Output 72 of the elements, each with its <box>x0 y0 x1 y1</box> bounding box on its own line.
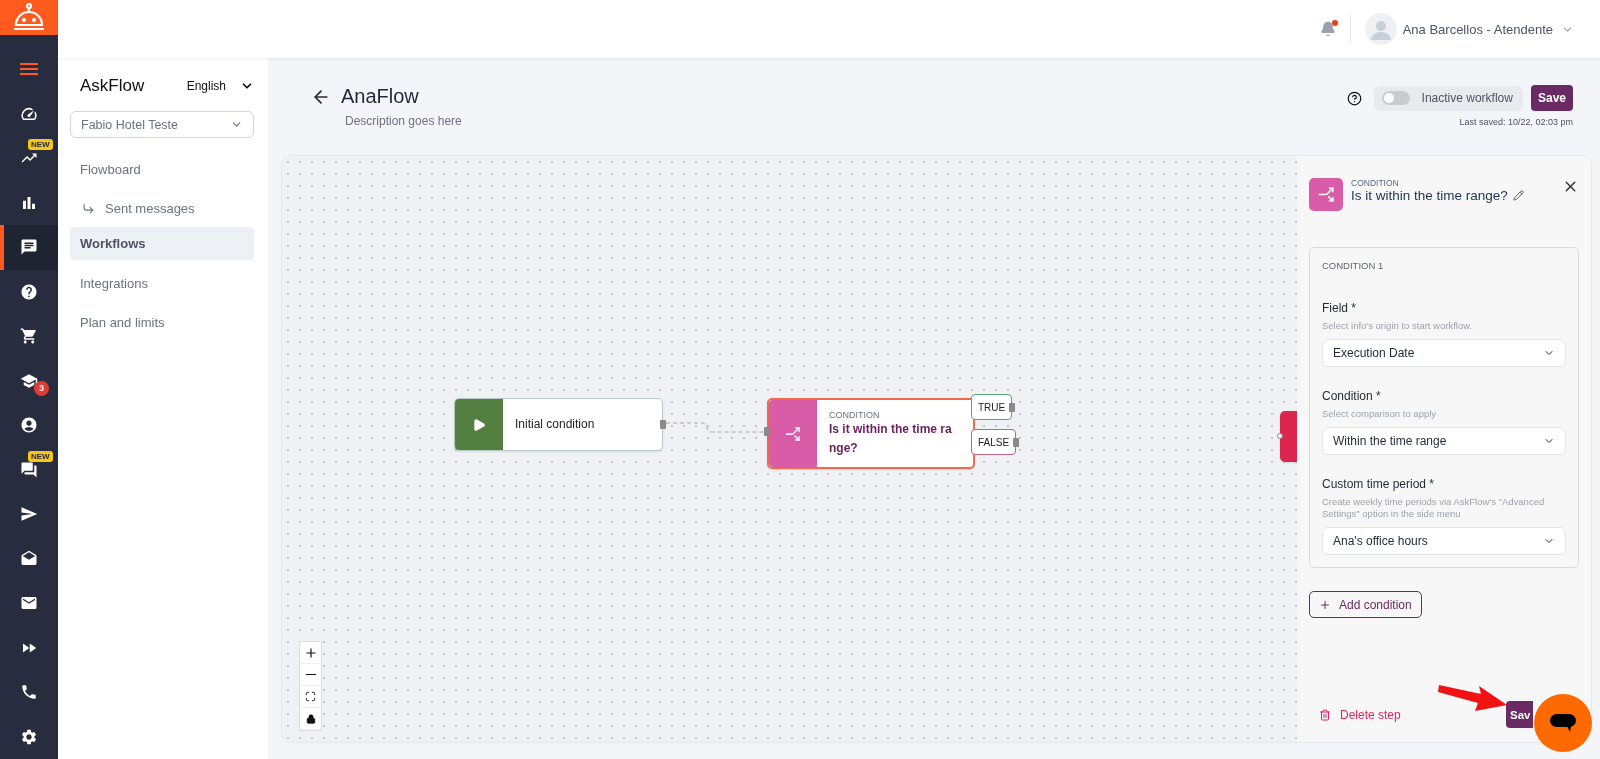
output-handle[interactable] <box>660 420 666 429</box>
input-handle[interactable] <box>764 427 770 436</box>
edit-icon[interactable] <box>1512 190 1524 201</box>
user-icon <box>20 416 38 435</box>
minus-icon <box>305 673 316 676</box>
flow-node[interactable]: Initial condition <box>454 398 663 451</box>
phone-icon <box>20 683 38 702</box>
save-button[interactable]: Save <box>1530 85 1573 111</box>
rail-item[interactable]: 3 <box>0 358 58 403</box>
flow-node[interactable]: CONDITION Is it within the time range? <box>767 398 975 469</box>
workflow-title: AnaFlow <box>341 85 419 108</box>
help-icon <box>20 282 38 301</box>
condition-group-title: CONDITION 1 <box>1322 260 1385 271</box>
input-handle[interactable] <box>1277 433 1283 439</box>
output-tag[interactable]: TRUE <box>971 394 1013 420</box>
field-label: Custom time period * <box>1322 476 1436 491</box>
lock-icon <box>305 713 316 724</box>
language-select[interactable]: English <box>186 79 254 93</box>
chat-bubble-icon <box>1549 713 1577 733</box>
help-icon[interactable] <box>1346 90 1362 106</box>
badge: NEW <box>28 450 53 462</box>
badge: NEW <box>28 139 53 150</box>
select-field[interactable]: Ana's office hours <box>1322 527 1566 556</box>
delete-step-button[interactable]: Delete step <box>1319 707 1401 722</box>
fit-view-icon <box>305 691 316 702</box>
status-toggle[interactable]: Inactive workflow <box>1373 85 1523 111</box>
rail-item[interactable]: NEW <box>0 447 58 492</box>
play-icon <box>472 417 486 432</box>
field-label: Field * <box>1322 301 1357 315</box>
nav-item[interactable]: Flowboard <box>70 153 254 186</box>
field-hint: Select comparison to apply <box>1322 407 1438 421</box>
chat-icon <box>20 238 38 257</box>
user-name[interactable]: Ana Barcellos - Atendente <box>1402 21 1553 37</box>
plus-icon <box>303 645 318 660</box>
select-field[interactable]: Execution Date <box>1322 338 1566 367</box>
bell-icon[interactable] <box>1319 21 1336 37</box>
node-type-label: CONDITION <box>829 409 881 420</box>
messages-icon <box>20 460 38 479</box>
nav-item[interactable]: Workflows <box>70 227 254 260</box>
split-icon <box>785 425 801 442</box>
field-hint: Select info's origin to start workflow. <box>1322 320 1474 333</box>
step-title: Is it within the time range? <box>1351 188 1508 203</box>
nav-item[interactable]: Integrations <box>70 267 254 300</box>
output-tag[interactable]: FALSE <box>971 429 1017 455</box>
logo[interactable] <box>0 0 58 35</box>
select-field[interactable]: Within the time range <box>1322 426 1566 455</box>
split-icon <box>1317 186 1335 203</box>
field-label: Condition * <box>1322 388 1382 403</box>
flow-canvas[interactable]: Initial condition CONDITION Is it within the time range? TRUE FALSE <box>282 156 1297 742</box>
node-title: Is it within the time range? <box>829 420 953 457</box>
nav-item[interactable]: Plan and limits <box>70 306 254 339</box>
add-condition-button[interactable]: Add condition <box>1309 591 1422 619</box>
last-saved-text: Last saved: 10/22, 02:03 pm <box>1459 117 1573 127</box>
toggle-switch[interactable] <box>1381 91 1410 105</box>
robot-bell-logo <box>12 2 46 33</box>
badge: 3 <box>34 380 49 396</box>
trash-icon <box>1319 708 1331 721</box>
node-title: Initial condition <box>515 416 595 434</box>
step-type-label: CONDITION <box>1351 178 1400 188</box>
rail-item[interactable]: NEW <box>0 136 58 181</box>
settings-icon <box>20 727 38 746</box>
rail-item[interactable] <box>0 225 58 270</box>
account-select[interactable]: Fabio Hotel Teste <box>70 111 254 138</box>
workflow-description: Description goes here <box>345 114 462 128</box>
nav-item[interactable]: Sent messages <box>70 192 254 225</box>
field-hint: Create weekly time periods via AskFlow's "Advanced Settings" option in the side menu <box>1322 495 1546 522</box>
save-step-button[interactable]: Sav <box>1506 701 1533 728</box>
cart-icon <box>20 327 38 346</box>
app-title: AskFlow <box>80 76 145 96</box>
plus-icon <box>1319 598 1331 611</box>
open-mail-icon <box>20 549 38 568</box>
sub-arrow-icon <box>82 202 95 215</box>
